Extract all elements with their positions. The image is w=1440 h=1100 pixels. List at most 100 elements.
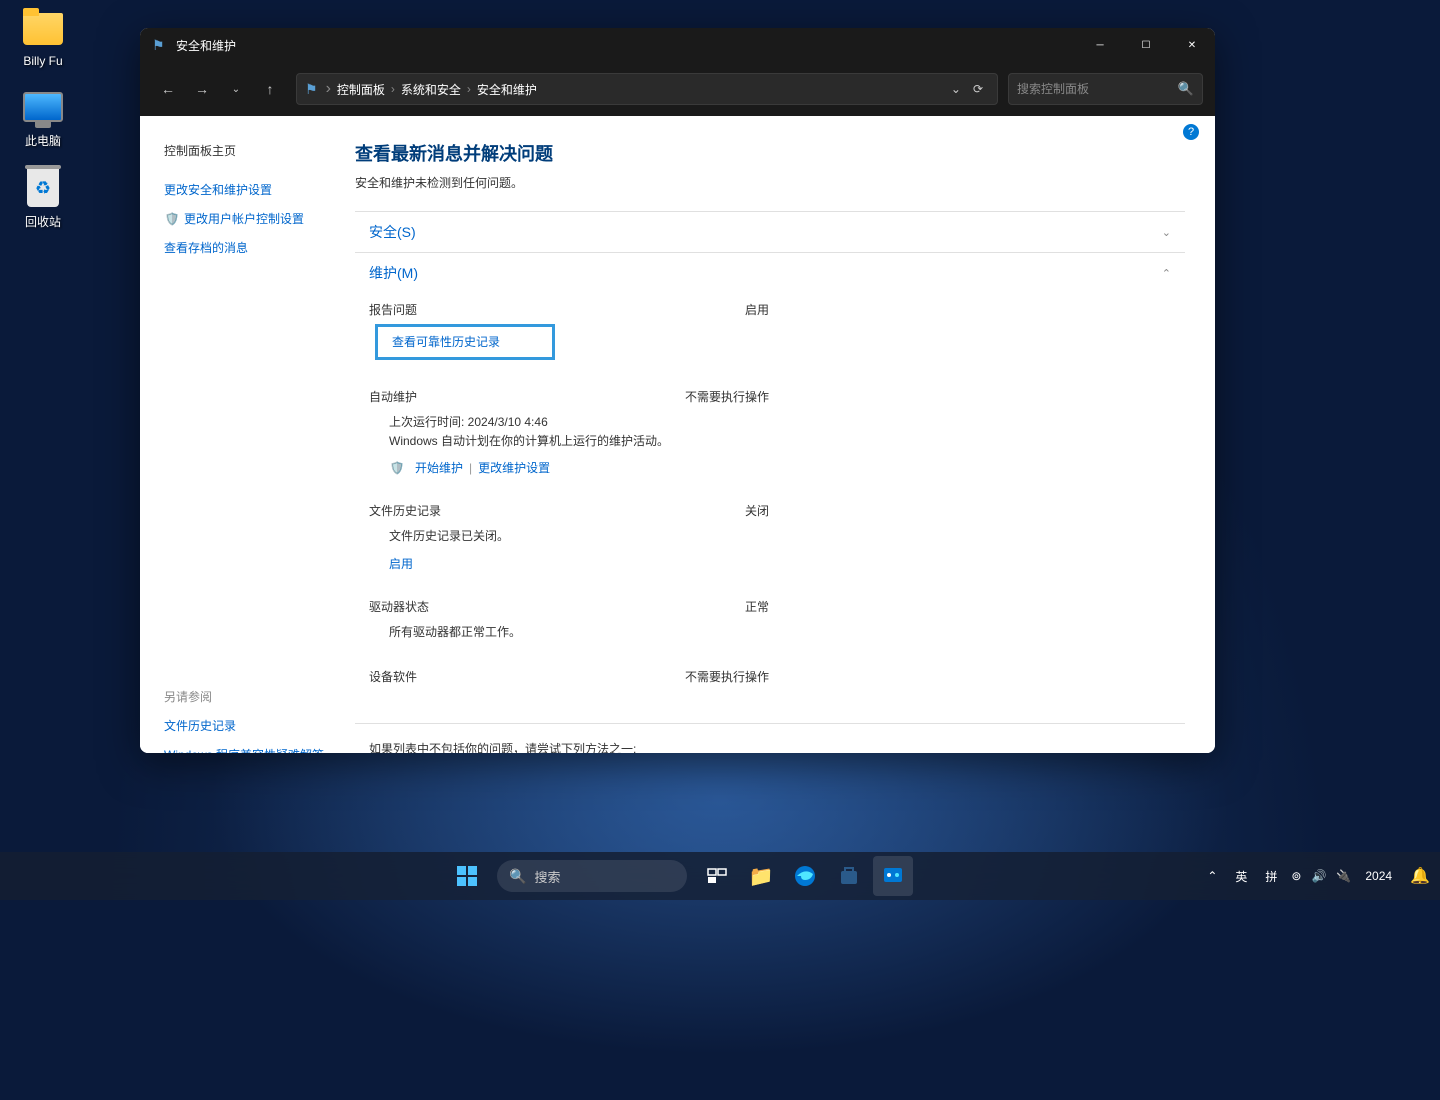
edge-icon (793, 864, 817, 888)
desktop-icon-label: 此电脑 (25, 132, 61, 149)
breadcrumb-item[interactable]: 安全和维护 (473, 81, 541, 98)
maintenance-expander: 维护(M) ⌃ 报告问题 启用 查看可靠性历史记录 自动维护 (355, 252, 1185, 703)
ime-language[interactable]: 英 (1231, 866, 1251, 887)
taskbar: 🔍 搜索 📁 ⌃ 英 拼 ⊚ 🔊 🔌 2024 🔔 (0, 852, 1440, 900)
control-panel-icon (881, 864, 905, 888)
status-text: 正常 (745, 598, 769, 615)
desktop-this-pc[interactable]: 此电脑 (8, 86, 78, 149)
maximize-button[interactable]: ☐ (1123, 28, 1169, 62)
sidebar-link-archived[interactable]: 查看存档的消息 (164, 233, 355, 262)
help-icon[interactable]: ? (1183, 124, 1199, 140)
back-button[interactable]: ← (152, 73, 184, 105)
section-label: 自动维护 (369, 388, 417, 405)
history-dropdown[interactable]: ⌄ (220, 73, 252, 105)
breadcrumb-item[interactable]: 控制面板 (333, 81, 389, 98)
section-label: 报告问题 (369, 301, 417, 318)
taskbar-search-label: 搜索 (534, 867, 560, 886)
sidebar-link-compat-troubleshoot[interactable]: Windows 程序兼容性疑难解答 (164, 740, 355, 753)
app-button[interactable] (873, 856, 913, 896)
start-maintenance-link[interactable]: 开始维护 (415, 459, 463, 476)
toolbar: ← → ⌄ ↑ ⚑ › 控制面板 › 系统和安全 › 安全和维护 ⌄ ⟳ 🔍 (140, 62, 1215, 116)
page-title: 查看最新消息并解决问题 (355, 140, 1185, 166)
flag-icon: ⚑ (152, 37, 168, 53)
maintenance-expander-header[interactable]: 维护(M) ⌃ (355, 253, 1185, 293)
enable-file-history-link[interactable]: 启用 (389, 555, 413, 572)
edge-button[interactable] (785, 856, 825, 896)
expander-title: 安全(S) (369, 222, 416, 242)
desktop-icons: Billy Fu 此电脑 回收站 (8, 8, 78, 230)
sidebar-see-also-heading: 另请参阅 (164, 682, 355, 711)
sidebar-link-label: 更改用户帐户控制设置 (184, 210, 304, 227)
sidebar-home-link[interactable]: 控制面板主页 (164, 136, 355, 165)
maintenance-desc: Windows 自动计划在你的计算机上运行的维护活动。 (389, 432, 1171, 451)
status-text: 关闭 (745, 502, 769, 519)
chevron-right-icon: › (324, 80, 333, 98)
store-icon (837, 864, 861, 888)
desktop-icon-label: Billy Fu (23, 54, 62, 68)
breadcrumb: 控制面板 › 系统和安全 › 安全和维护 (333, 81, 945, 98)
sidebar: 控制面板主页 更改安全和维护设置 🛡️ 更改用户帐户控制设置 查看存档的消息 另… (140, 116, 355, 753)
folder-icon: 📁 (749, 864, 774, 889)
desktop-icon-label: 回收站 (25, 213, 61, 230)
search-icon[interactable]: 🔍 (1178, 81, 1194, 97)
search-box[interactable]: 🔍 (1008, 73, 1203, 105)
file-history-section: 文件历史记录 关闭 文件历史记录已关闭。 启用 (355, 494, 1185, 589)
control-panel-window: ⚑ 安全和维护 ─ ☐ ✕ ← → ⌄ ↑ ⚑ › 控制面板 › 系统和安全 ›… (140, 28, 1215, 753)
change-maintenance-link[interactable]: 更改维护设置 (478, 459, 550, 476)
status-text: 不需要执行操作 (685, 668, 769, 685)
desktop-recycle-bin[interactable]: 回收站 (8, 167, 78, 230)
content-area: 控制面板主页 更改安全和维护设置 🛡️ 更改用户帐户控制设置 查看存档的消息 另… (140, 116, 1215, 753)
sidebar-link-security-settings[interactable]: 更改安全和维护设置 (164, 175, 355, 204)
tray-year[interactable]: 2024 (1361, 867, 1396, 885)
expander-title: 维护(M) (369, 263, 418, 283)
close-button[interactable]: ✕ (1169, 28, 1215, 62)
chevron-right-icon: › (465, 82, 473, 96)
taskbar-search[interactable]: 🔍 搜索 (497, 860, 687, 892)
refresh-button[interactable]: ⟳ (967, 82, 989, 96)
security-expander: 安全(S) ⌄ (355, 211, 1185, 252)
security-expander-header[interactable]: 安全(S) ⌄ (355, 212, 1185, 252)
report-problems-section: 报告问题 启用 查看可靠性历史记录 (355, 293, 1185, 380)
task-view-icon (705, 864, 729, 888)
up-button[interactable]: ↑ (254, 73, 286, 105)
desktop-folder-user[interactable]: Billy Fu (8, 8, 78, 68)
address-bar[interactable]: ⚑ › 控制面板 › 系统和安全 › 安全和维护 ⌄ ⟳ (296, 73, 998, 105)
minimize-button[interactable]: ─ (1077, 28, 1123, 62)
folder-icon (23, 13, 63, 45)
other-methods-section: 如果列表中不包括你的问题，请尝试下列方法之一: ↻ 恢复(R) 恢复电脑而不影响… (355, 723, 1185, 753)
section-label: 文件历史记录 (369, 502, 441, 519)
start-button[interactable] (447, 856, 487, 896)
chevron-down-icon: ⌄ (1162, 226, 1171, 239)
store-button[interactable] (829, 856, 869, 896)
search-input[interactable] (1017, 82, 1178, 96)
sidebar-link-uac-settings[interactable]: 🛡️ 更改用户帐户控制设置 (164, 204, 355, 233)
shield-icon: 🛡️ (164, 211, 180, 227)
sidebar-link-file-history[interactable]: 文件历史记录 (164, 711, 355, 740)
forward-button[interactable]: → (186, 73, 218, 105)
auto-maintenance-section: 自动维护 不需要执行操作 上次运行时间: 2024/3/10 4:46 Wind… (355, 380, 1185, 494)
device-software-section: 设备软件 不需要执行操作 (355, 660, 1185, 703)
file-explorer-button[interactable]: 📁 (741, 856, 781, 896)
system-tray: ⌃ 英 拼 ⊚ 🔊 🔌 2024 🔔 (1203, 864, 1434, 888)
tray-overflow-button[interactable]: ⌃ (1203, 867, 1221, 885)
windows-icon (455, 864, 479, 888)
task-view-button[interactable] (697, 856, 737, 896)
reliability-history-link[interactable]: 查看可靠性历史记录 (392, 335, 500, 349)
divider: | (469, 461, 472, 475)
other-methods-text: 如果列表中不包括你的问题，请尝试下列方法之一: (369, 740, 1171, 753)
address-dropdown[interactable]: ⌄ (945, 82, 967, 96)
quick-settings[interactable]: ⊚ 🔊 🔌 (1291, 869, 1351, 883)
main-panel: ? 查看最新消息并解决问题 安全和维护未检测到任何问题。 安全(S) ⌄ 维护(… (355, 116, 1215, 753)
section-label: 驱动器状态 (369, 598, 429, 615)
ime-mode[interactable]: 拼 (1261, 866, 1281, 887)
search-icon: 🔍 (509, 868, 526, 885)
titlebar[interactable]: ⚑ 安全和维护 ─ ☐ ✕ (140, 28, 1215, 62)
breadcrumb-item[interactable]: 系统和安全 (397, 81, 465, 98)
notifications-button[interactable]: 🔔 (1406, 864, 1434, 888)
window-title: 安全和维护 (176, 37, 1077, 54)
chevron-right-icon: › (389, 82, 397, 96)
status-text: 启用 (745, 301, 769, 318)
flag-icon: ⚑ (305, 81, 318, 98)
file-history-desc: 文件历史记录已关闭。 (369, 523, 1171, 550)
power-icon: 🔌 (1336, 869, 1351, 883)
